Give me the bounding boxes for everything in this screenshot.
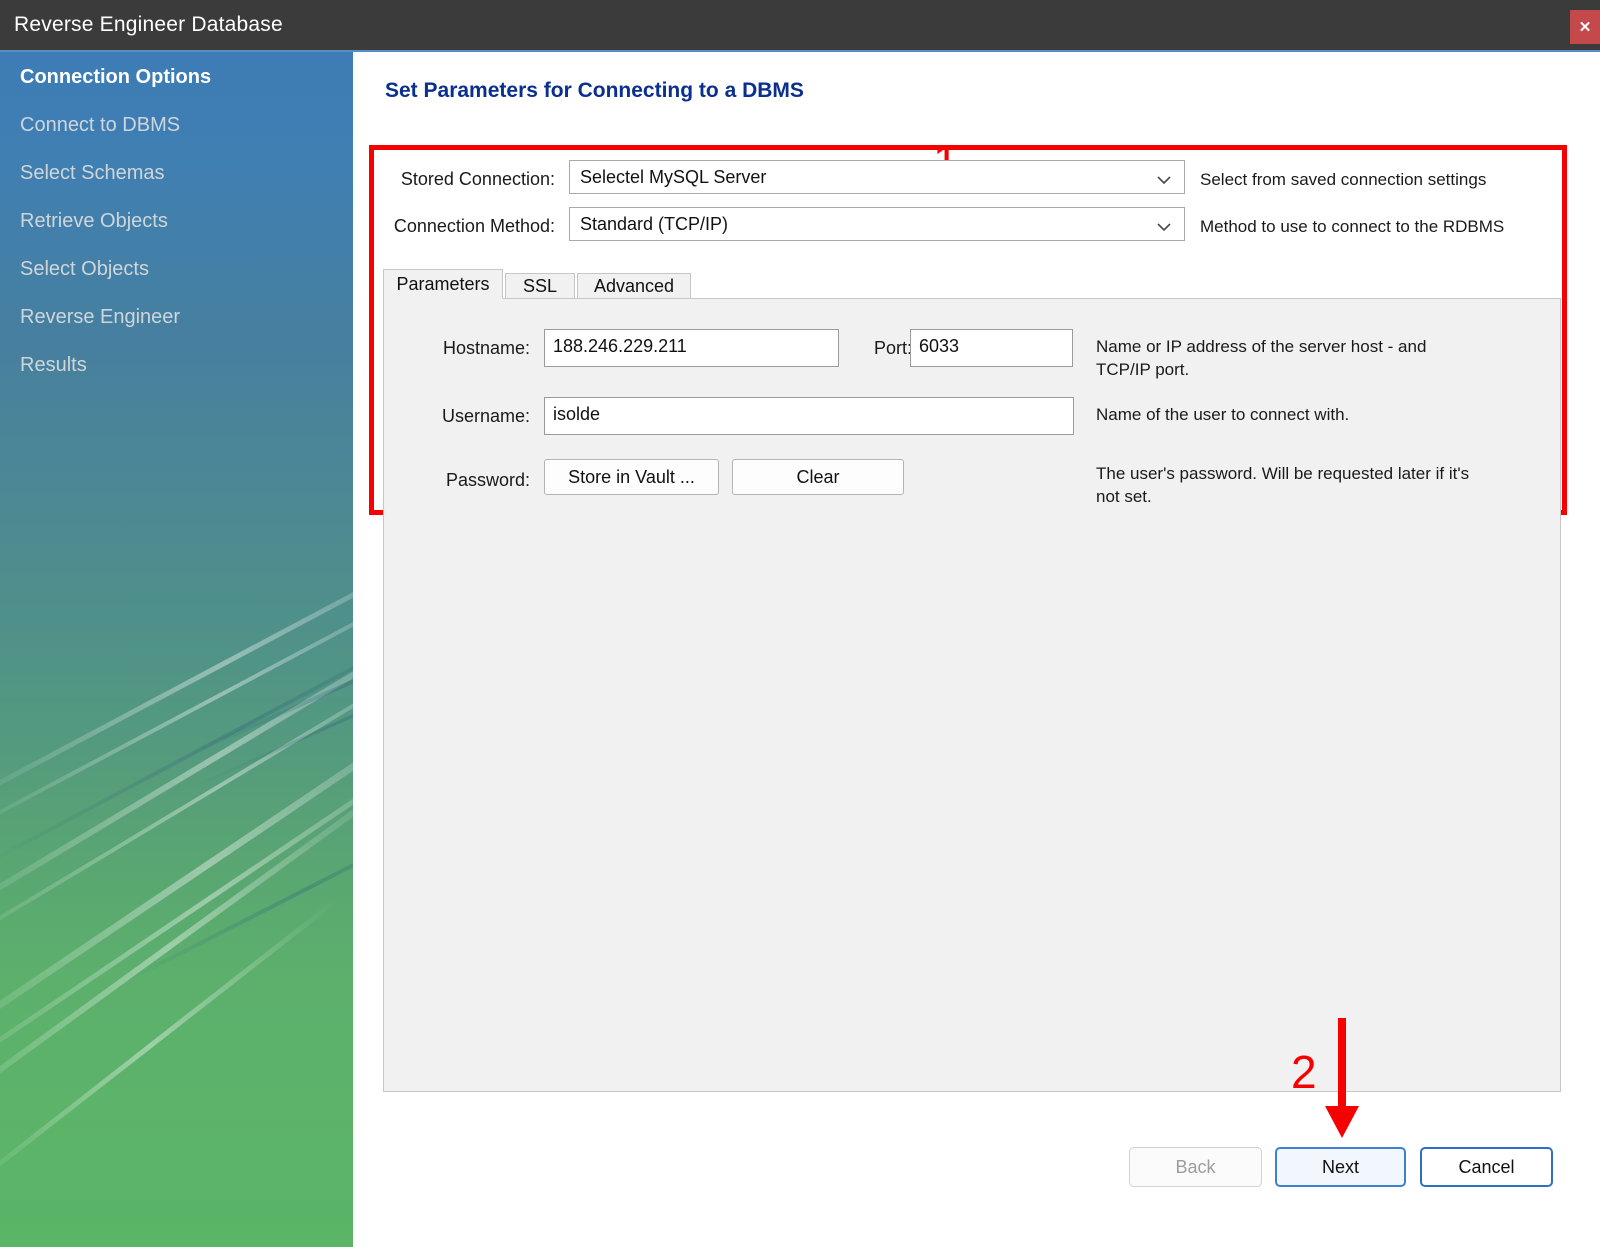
store-in-vault-button[interactable]: Store in Vault ... <box>544 459 719 495</box>
parameters-panel: Hostname: 188.246.229.211 Port: 6033 Nam… <box>383 298 1561 1092</box>
hostname-input[interactable]: 188.246.229.211 <box>544 329 839 367</box>
close-icon: ✕ <box>1578 19 1592 36</box>
stored-connection-select[interactable]: Selectel MySQL Server <box>569 160 1185 194</box>
connection-method-value: Standard (TCP/IP) <box>580 213 729 234</box>
username-input[interactable]: isolde <box>544 397 1074 435</box>
wizard-main-pane: Set Parameters for Connecting to a DBMS … <box>353 52 1600 1247</box>
next-button[interactable]: Next <box>1275 1147 1406 1187</box>
hostname-label: Hostname: <box>442 338 530 358</box>
sidebar-item-results[interactable]: Results <box>20 354 87 377</box>
tab-parameters[interactable]: Parameters <box>383 269 503 299</box>
clear-password-button[interactable]: Clear <box>732 459 904 495</box>
stored-connection-value: Selectel MySQL Server <box>580 166 767 187</box>
sidebar-item-retrieve-objects[interactable]: Retrieve Objects <box>20 210 168 233</box>
host-hint-line2: TCP/IP port. <box>1096 360 1190 379</box>
sidebar-item-select-objects[interactable]: Select Objects <box>20 258 149 281</box>
connection-method-hint: Method to use to connect to the RDBMS <box>1200 217 1505 236</box>
connection-tabstrip: Parameters SSL Advanced <box>383 269 1561 299</box>
port-label: Port: <box>873 338 912 358</box>
stored-connection-hint: Select from saved connection settings <box>1200 170 1487 189</box>
password-hint-line1: The user's password. Will be requested l… <box>1096 464 1470 483</box>
password-label: Password: <box>445 470 530 490</box>
page-title: Set Parameters for Connecting to a DBMS <box>385 79 804 102</box>
sidebar-item-connection-options[interactable]: Connection Options <box>20 66 211 89</box>
host-hint-line1: Name or IP address of the server host - … <box>1096 337 1427 356</box>
connection-method-label: Connection Method: <box>393 216 555 236</box>
password-hint-line2: not set. <box>1096 487 1152 506</box>
sidebar-item-connect-to-dbms[interactable]: Connect to DBMS <box>20 114 180 137</box>
reverse-engineer-database-window: Reverse Engineer Database ✕ Connection O… <box>0 0 1600 1247</box>
username-label: Username: <box>441 406 530 426</box>
wizard-sidebar: Connection Options Connect to DBMS Selec… <box>0 52 353 1247</box>
window-title: Reverse Engineer Database <box>14 13 283 36</box>
tab-advanced[interactable]: Advanced <box>577 273 691 299</box>
username-value: isolde <box>553 404 601 424</box>
hostname-value: 188.246.229.211 <box>553 336 687 356</box>
stored-connection-label: Stored Connection: <box>400 169 555 189</box>
username-hint: Name of the user to connect with. <box>1096 405 1350 424</box>
sidebar-item-reverse-engineer[interactable]: Reverse Engineer <box>20 306 180 329</box>
chevron-down-icon <box>1156 172 1172 185</box>
chevron-down-icon <box>1156 219 1172 232</box>
tab-ssl[interactable]: SSL <box>505 273 575 299</box>
sidebar-item-select-schemas[interactable]: Select Schemas <box>20 162 165 185</box>
window-titlebar: Reverse Engineer Database ✕ <box>0 0 1600 50</box>
back-button: Back <box>1129 1147 1262 1187</box>
port-input[interactable]: 6033 <box>910 329 1073 367</box>
close-button[interactable]: ✕ <box>1570 10 1600 44</box>
cancel-button[interactable]: Cancel <box>1420 1147 1553 1187</box>
annotation-marker-2: 2 <box>1291 1046 1317 1098</box>
port-value: 6033 <box>919 336 960 356</box>
connection-method-select[interactable]: Standard (TCP/IP) <box>569 207 1185 241</box>
